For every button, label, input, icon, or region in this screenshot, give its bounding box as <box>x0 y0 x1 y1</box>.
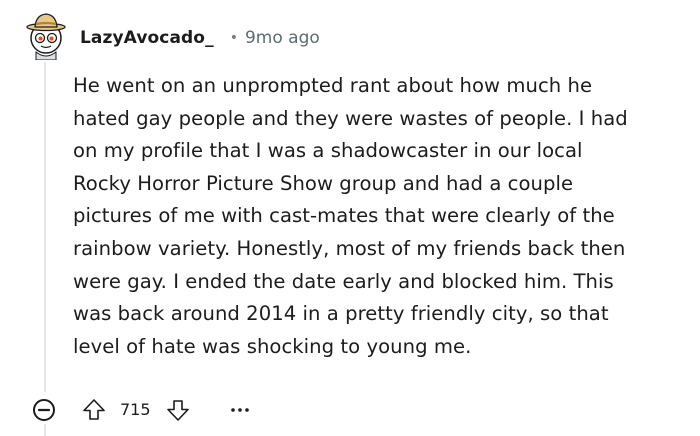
more-options-button[interactable] <box>226 396 254 424</box>
more-options-icon <box>231 408 249 412</box>
collapse-minus-icon <box>33 399 55 421</box>
vote-score: 715 <box>120 400 151 419</box>
meta-separator: • <box>229 30 238 46</box>
comment-body-line: on my profile that I was a shadowcaster … <box>73 139 583 163</box>
comment-body-line: were gay. I ended the date early and blo… <box>73 269 614 293</box>
comment-body-line: pictures of me with cast-mates that were… <box>73 204 615 228</box>
comment-body-line: He went on an unprompted rant about how … <box>73 74 593 97</box>
comment-body-line: rainbow variety. Honestly, most of my fr… <box>73 236 626 260</box>
comment-action-bar: 715 <box>30 394 280 426</box>
comment-body: He went on an unprompted rant about how … <box>73 70 683 363</box>
comment-body-line: Rocky Horror Picture Show group and had … <box>73 171 574 195</box>
comment-body-line: level of hate was shocking to young me. <box>73 334 472 358</box>
thread-line[interactable] <box>44 62 46 392</box>
comment-body-line: was back around 2014 in a pretty friendl… <box>73 302 609 326</box>
comment-header: LazyAvocado_ • 9mo ago <box>80 26 320 50</box>
downvote-arrow-icon <box>167 400 189 421</box>
downvote-button[interactable] <box>164 396 192 424</box>
avatar[interactable] <box>26 10 66 61</box>
comment-body-line: hated gay people and they were wastes of… <box>73 106 628 130</box>
comment-timestamp[interactable]: 9mo ago <box>245 28 320 48</box>
avatar-icon <box>26 13 66 61</box>
upvote-arrow-icon <box>83 399 105 420</box>
upvote-button[interactable] <box>80 396 108 424</box>
author-username[interactable]: LazyAvocado_ <box>80 28 214 48</box>
collapse-button[interactable] <box>30 396 58 424</box>
comment: LazyAvocado_ • 9mo ago He went on an unp… <box>0 0 700 436</box>
